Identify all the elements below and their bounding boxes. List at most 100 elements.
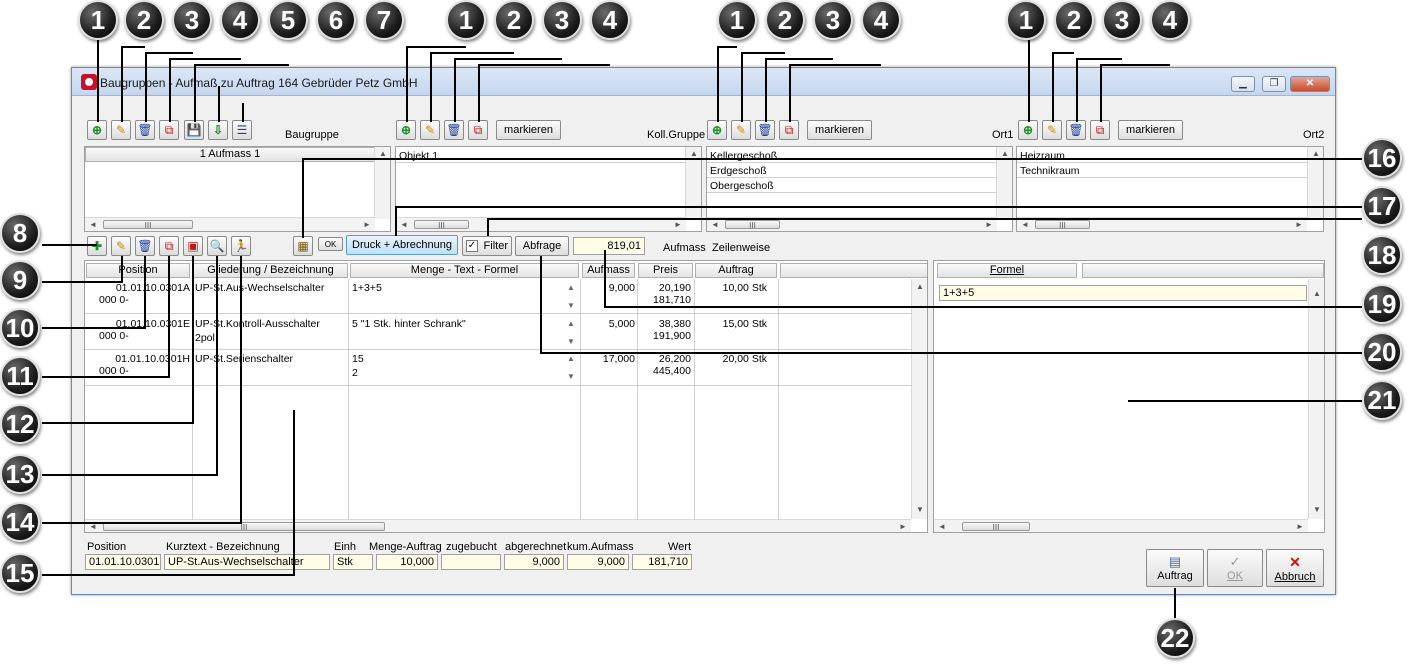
abbruch-button[interactable]: ✕ Abbruch (1266, 549, 1324, 587)
col-header-auftrag[interactable]: Auftrag (695, 263, 777, 278)
new-ort1-button[interactable]: ⊕ (707, 120, 727, 140)
list-item[interactable]: Objekt 1 (399, 150, 438, 162)
scroll-right-icon[interactable]: ► (1295, 220, 1303, 229)
table-vscroll[interactable]: ▲ ▼ (911, 279, 927, 519)
scroll-up-icon[interactable]: ▲ (1313, 289, 1321, 298)
scroll-right-icon[interactable]: ► (674, 220, 682, 229)
total-aufmass-field[interactable]: 819,01 (573, 237, 645, 255)
scroll-up-icon[interactable]: ▲ (1312, 149, 1320, 158)
auftrag-button[interactable]: ▤ Auftrag (1146, 549, 1204, 587)
druck-abrechnung-button[interactable]: Druck + Abrechnung (346, 235, 458, 255)
scroll-left-icon[interactable]: ◄ (938, 522, 946, 531)
minimize-button[interactable]: ▁ (1231, 76, 1255, 92)
delete-ort2-button[interactable]: 🗑 (1066, 120, 1086, 140)
scroll-left-icon[interactable]: ◄ (1021, 220, 1029, 229)
formel-hscroll[interactable]: ◄ III ► (934, 519, 1308, 532)
footer-wert-field[interactable]: 181,710 (632, 554, 692, 570)
delete-baugruppe-button[interactable]: 🗑 (135, 120, 155, 140)
spin-up-icon[interactable]: ▲ (567, 318, 575, 330)
positions-table[interactable]: Position Gliederung / Bezeichnung Menge … (84, 260, 928, 533)
list-item[interactable]: Kellergeschoß (710, 150, 777, 162)
markieren-koll-button[interactable]: markieren (496, 120, 561, 140)
edit-ort2-button[interactable]: ✎ (1042, 120, 1062, 140)
scroll-up-icon[interactable]: ▲ (1001, 149, 1009, 158)
spin-up-icon[interactable]: ▲ (567, 282, 575, 294)
list-item[interactable]: Obergeschoß (710, 180, 774, 192)
scroll-down-icon[interactable]: ▼ (916, 505, 924, 514)
delete-ort1-button[interactable]: 🗑 (755, 120, 775, 140)
formel-vscroll[interactable]: ▲ ▼ (1308, 279, 1324, 519)
close-button[interactable]: ✕ (1290, 76, 1330, 92)
new-baugruppe-button[interactable]: ⊕ (87, 120, 107, 140)
footer-einh-field[interactable]: Stk (333, 554, 373, 570)
add-position-button[interactable]: ✚ (87, 236, 107, 256)
scroll-left-icon[interactable]: ◄ (89, 220, 97, 229)
footer-abgerechnet-field[interactable]: 9,000 (504, 554, 564, 570)
mark-koll-button[interactable]: ⧉ (468, 120, 488, 140)
markieren-ort2-button[interactable]: markieren (1118, 120, 1183, 140)
col-header-menge[interactable]: Menge - Text - Formel (350, 263, 579, 278)
list-item[interactable]: Erdgeschoß (710, 165, 767, 177)
delete-koll-button[interactable]: 🗑 (444, 120, 464, 140)
col-header-position[interactable]: Position (86, 263, 190, 278)
mark-ort1-button[interactable]: ⧉ (779, 120, 799, 140)
scroll-right-icon[interactable]: ► (985, 220, 993, 229)
edit-koll-button[interactable]: ✎ (420, 120, 440, 140)
mark-ort2-button[interactable]: ⧉ (1090, 120, 1110, 140)
spin-up-icon[interactable]: ▲ (567, 353, 575, 365)
scroll-left-icon[interactable]: ◄ (400, 220, 408, 229)
calculator-button[interactable]: ▦ (293, 236, 313, 256)
search-button[interactable]: 🔍 (207, 236, 227, 256)
spin-down-icon[interactable]: ▼ (567, 371, 575, 383)
col-header-aufmass[interactable]: Aufmass (582, 263, 635, 278)
list-item[interactable]: Technikraum (1020, 165, 1080, 177)
import-button[interactable]: ⇩ (208, 120, 228, 140)
scroll-left-icon[interactable]: ◄ (711, 220, 719, 229)
new-koll-button[interactable]: ⊕ (396, 120, 416, 140)
footer-menge-field[interactable]: 10,000 (376, 554, 438, 570)
maximize-button[interactable]: ❐ (1262, 76, 1286, 92)
new-ort2-button[interactable]: ⊕ (1018, 120, 1038, 140)
formel-header[interactable]: Formel (937, 263, 1077, 278)
ok-button[interactable]: ✓ OK (1207, 549, 1263, 587)
scroll-down-icon[interactable]: ▼ (1313, 505, 1321, 514)
edit-ort1-button[interactable]: ✎ (731, 120, 751, 140)
footer-position-field[interactable]: 01.01.10.0301. (85, 554, 161, 570)
copy-icon: ▣ (187, 239, 199, 253)
mark-position-button[interactable]: ⧉ (159, 236, 179, 256)
spin-down-icon[interactable]: ▼ (567, 336, 575, 348)
filter-toggle[interactable]: ✓ Filter (462, 236, 512, 256)
scroll-thumb[interactable]: III (725, 220, 780, 230)
abfrage-button[interactable]: Abfrage (515, 236, 569, 256)
scroll-right-icon[interactable]: ► (363, 220, 371, 229)
save-button[interactable]: 💾 (184, 120, 204, 140)
footer-kurztext-field[interactable]: UP-St.Aus-Wechselschalter (164, 554, 330, 570)
formel-field[interactable]: 1+3+5 (939, 285, 1307, 301)
formel-panel[interactable]: Formel 1+3+5 ▲ ▼ ◄ III ► (933, 260, 1325, 533)
scroll-right-icon[interactable]: ► (899, 522, 907, 531)
list-button[interactable]: ☰ (232, 120, 252, 140)
list-item[interactable]: Heizraum (1020, 150, 1065, 162)
scroll-right-icon[interactable]: ► (1296, 522, 1304, 531)
spin-down-icon[interactable]: ▼ (567, 300, 575, 312)
scroll-thumb[interactable]: III (414, 220, 469, 230)
scroll-thumb[interactable]: III (1035, 220, 1090, 230)
scroll-up-icon[interactable]: ▲ (379, 149, 387, 158)
col-header-preis[interactable]: Preis (638, 263, 693, 278)
checkbox-checked-icon[interactable]: ✓ (466, 240, 478, 252)
run-button[interactable]: 🏃 (231, 236, 251, 256)
edit-position-button[interactable]: ✎ (111, 236, 131, 256)
scroll-thumb[interactable]: III (103, 220, 193, 230)
mark-baugruppe-button[interactable]: ⧉ (159, 120, 179, 140)
ok-small-button[interactable]: OK (318, 237, 343, 251)
scroll-thumb[interactable]: III (962, 522, 1030, 532)
copy-position-button[interactable]: ▣ (183, 236, 203, 256)
scroll-up-icon[interactable]: ▲ (690, 149, 698, 158)
footer-kum-field[interactable]: 9,000 (567, 554, 629, 570)
delete-position-button[interactable]: 🗑 (135, 236, 155, 256)
footer-zugebucht-field[interactable] (441, 554, 501, 570)
markieren-ort1-button[interactable]: markieren (807, 120, 872, 140)
edit-baugruppe-button[interactable]: ✎ (111, 120, 131, 140)
baugruppe-hscroll[interactable]: ◄ III ► (85, 217, 375, 231)
scroll-up-icon[interactable]: ▲ (916, 282, 924, 291)
